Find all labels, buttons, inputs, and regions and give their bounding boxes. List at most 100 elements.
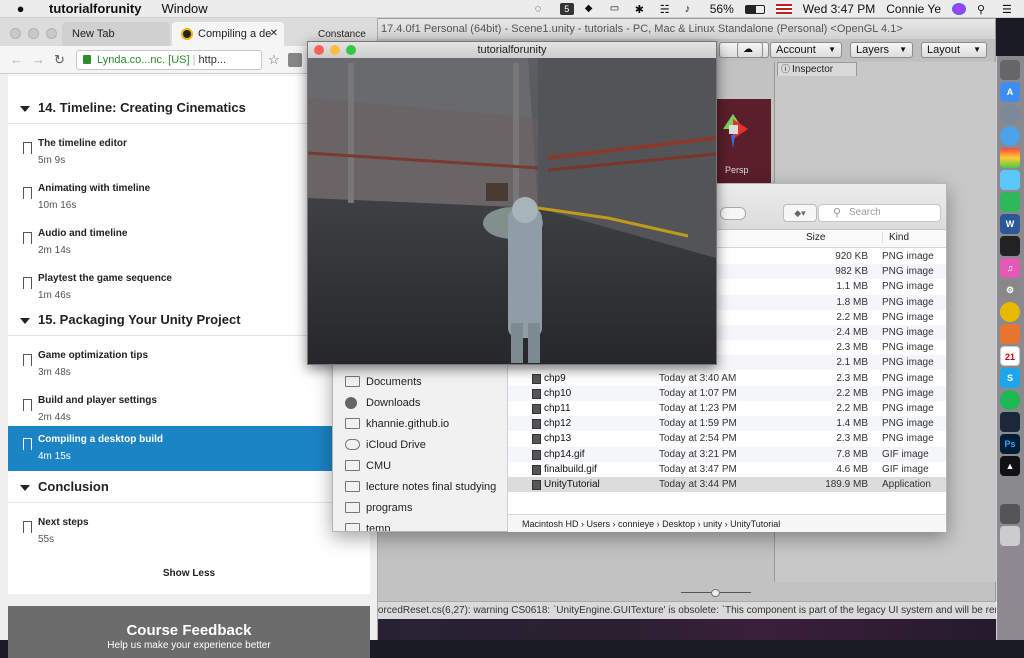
sidebar-item-github[interactable]: khannie.github.io (345, 415, 449, 433)
bookmark-icon[interactable] (23, 438, 32, 453)
window-zoom-button[interactable] (346, 45, 356, 55)
bookmark-icon[interactable] (23, 277, 32, 292)
safari-icon[interactable] (1000, 126, 1020, 146)
bluetooth-icon[interactable]: ✱ (635, 3, 649, 16)
wifi-icon[interactable]: ☵ (660, 3, 674, 16)
path-segment[interactable]: Macintosh HD (522, 519, 579, 529)
tab-new-tab[interactable]: New Tab (62, 22, 170, 46)
path-segment[interactable]: connieye (618, 519, 654, 529)
system-preferences-icon[interactable]: ⚙ (1000, 280, 1020, 300)
airplay-icon[interactable]: ▭ (610, 3, 624, 15)
bookmark-icon[interactable] (23, 187, 32, 202)
terminal-icon[interactable] (1000, 236, 1020, 256)
photoshop-icon[interactable]: Ps (1000, 434, 1020, 454)
window-minimize-button[interactable] (28, 28, 39, 39)
launchpad-icon[interactable] (1000, 104, 1020, 124)
bookmark-icon[interactable] (23, 354, 32, 369)
sidebar-item-temp[interactable]: temp (345, 520, 390, 531)
window-close-button[interactable] (10, 28, 21, 39)
path-segment[interactable]: unity (703, 519, 722, 529)
lesson-item-active[interactable]: Compiling a desktop build 4m 15s (8, 426, 370, 471)
volume-icon[interactable]: ♪ (685, 3, 699, 15)
menubar-clock[interactable]: Wed 3:47 PM (803, 2, 875, 16)
file-row[interactable]: chp13 Today at 2:54 PM 2.3 MB PNG image (508, 431, 946, 446)
calendar-icon[interactable]: 21 (1000, 346, 1020, 366)
file-row[interactable]: UnityTutorial Today at 3:44 PM 189.9 MB App… (508, 477, 946, 492)
sidebar-item-icloud[interactable]: iCloud Drive (345, 436, 426, 454)
account-dropdown[interactable]: Account ▼ (770, 42, 842, 58)
path-segment[interactable]: Desktop (662, 519, 695, 529)
layout-dropdown[interactable]: Layout ▼ (921, 42, 987, 58)
cloud-button[interactable]: ☁ (737, 42, 763, 58)
word-icon[interactable]: W (1000, 214, 1020, 234)
forward-icon[interactable]: → (32, 52, 45, 67)
file-row[interactable]: finalbuild.gif Today at 3:47 PM 4.6 MB GIF … (508, 462, 946, 477)
window-menu[interactable]: Window (161, 1, 207, 16)
trash-icon[interactable] (1000, 526, 1020, 546)
path-segment[interactable]: Users (587, 519, 611, 529)
skype-icon[interactable]: S (1000, 368, 1020, 388)
star-icon[interactable]: ☆ (268, 52, 280, 68)
back-icon[interactable]: ← (10, 52, 23, 67)
sidebar-item-programs[interactable]: programs (345, 499, 412, 517)
layers-dropdown[interactable]: Layers ▼ (850, 42, 913, 58)
us-flag-icon[interactable] (775, 4, 792, 14)
file-row[interactable]: chp11 Today at 1:23 PM 2.2 MB PNG image (508, 401, 946, 416)
path-segment[interactable]: UnityTutorial (730, 519, 780, 529)
inspector-tab[interactable]: ⓘ Inspector (777, 62, 857, 76)
downloads-stack-icon[interactable] (1000, 504, 1020, 524)
url-field[interactable]: Lynda.co...nc. [US] | http... (76, 50, 262, 70)
show-less-link[interactable]: Show Less (8, 568, 370, 579)
sublime-icon[interactable] (1000, 324, 1020, 344)
slider-thumb[interactable] (711, 589, 720, 597)
facetime-icon[interactable] (1000, 192, 1020, 212)
itunes-icon[interactable]: ♫ (1000, 258, 1020, 278)
column-kind-header[interactable]: Kind (882, 232, 909, 243)
sidebar-item-cmu[interactable]: CMU (345, 457, 391, 475)
close-icon[interactable]: ✕ (270, 22, 278, 46)
file-row[interactable]: chp12 Today at 1:59 PM 1.4 MB PNG image (508, 416, 946, 432)
bookmark-icon[interactable] (23, 521, 32, 536)
bookmark-icon[interactable] (23, 142, 32, 157)
finder-search-input[interactable]: ⚲ Search (818, 204, 941, 222)
extension-icon[interactable] (288, 53, 302, 67)
tab-compiling[interactable]: Compiling a de ✕ (172, 22, 284, 46)
app-menu[interactable]: tutorialforunity (49, 1, 141, 16)
tag-button[interactable] (720, 207, 746, 220)
dropbox-menu-button[interactable]: ◆▾ (783, 204, 817, 222)
file-row[interactable]: chp10 Today at 1:07 PM 2.2 MB PNG image (508, 385, 946, 401)
battery-icon[interactable] (744, 4, 765, 14)
sidebar-item-lecture-notes[interactable]: lecture notes final studying (345, 478, 496, 496)
section-conclusion-header[interactable]: Conclusion (8, 471, 370, 503)
creative-cloud-icon[interactable]: ◌ (535, 3, 549, 15)
spotify-icon[interactable] (1000, 390, 1020, 410)
file-row[interactable]: chp9 Today at 3:40 AM 2.3 MB PNG image (508, 371, 946, 386)
file-row[interactable]: chp14.gif Today at 3:21 PM 7.8 MB GIF image (508, 446, 946, 462)
sidebar-item-downloads[interactable]: Downloads (345, 394, 420, 412)
window-close-button[interactable] (314, 45, 324, 55)
bookmark-icon[interactable] (23, 399, 32, 414)
course-feedback-banner[interactable]: Course Feedback Help us make your experi… (8, 606, 370, 658)
spotlight-icon[interactable]: ⚲ (977, 3, 991, 16)
steam-icon[interactable] (1000, 412, 1020, 432)
bookmark-icon[interactable] (23, 232, 32, 247)
messages-icon[interactable] (1000, 170, 1020, 190)
window-zoom-button[interactable] (46, 28, 57, 39)
zoom-slider[interactable] (681, 589, 751, 597)
console-status-bar[interactable]: /ForcedReset.cs(6,27): warning CS0618: `… (301, 601, 997, 619)
sidebar-item-documents[interactable]: Documents (345, 373, 422, 391)
menubar-user[interactable]: Connie Ye (886, 2, 941, 16)
siri-icon[interactable] (952, 3, 966, 15)
dock-app-icon[interactable] (1000, 60, 1020, 80)
lesson-item[interactable]: Next steps 55s (8, 509, 370, 554)
window-minimize-button[interactable] (330, 45, 340, 55)
game-viewport[interactable] (308, 58, 716, 364)
app-store-icon[interactable]: A (1000, 82, 1020, 102)
reload-icon[interactable]: ↻ (54, 52, 65, 68)
notification-center-icon[interactable]: ☰ (1002, 3, 1016, 16)
photos-icon[interactable] (1000, 148, 1020, 168)
unity-icon[interactable]: ▲ (1000, 456, 1020, 476)
chrome-icon[interactable] (1000, 302, 1020, 322)
apple-menu-icon[interactable]: ● (14, 1, 27, 16)
dropbox-icon[interactable]: ◆ (585, 3, 599, 15)
